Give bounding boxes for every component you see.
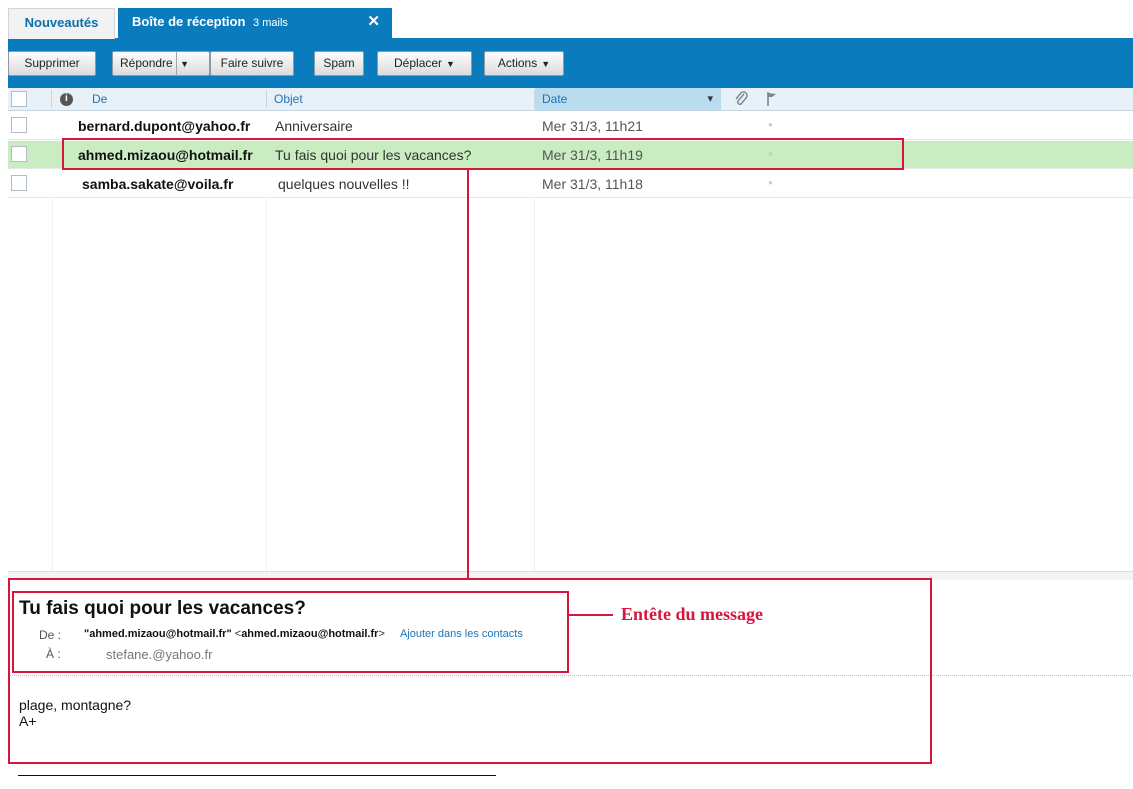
annotation-label: Entête du message [621,604,763,624]
flag-icon[interactable] [766,91,780,113]
flag-dot-icon[interactable]: ● [768,112,773,138]
reply-label: Répondre [120,56,173,70]
move-button[interactable]: Déplacer ▼ [377,51,472,76]
chevron-down-icon: ▼ [446,59,455,69]
row-checkbox[interactable] [11,175,27,191]
table-row[interactable]: bernard.dupont@yahoo.fr Anniversaire Mer… [8,112,1133,140]
column-separator [266,90,267,108]
column-date-label: Date [542,92,568,106]
column-separator [534,199,535,571]
footer-rule [18,775,496,776]
close-icon[interactable]: ✕ [367,8,380,36]
move-label: Déplacer [394,56,443,70]
select-all-checkbox[interactable] [11,91,27,107]
actions-button[interactable]: Actions ▼ [484,51,564,76]
reply-dropdown-icon[interactable]: ▼ [176,52,192,76]
actions-label: Actions [497,56,538,70]
info-icon-glyph: i [65,93,68,104]
annotation-header-box [12,591,569,673]
message-sender: samba.sakate@voila.fr [82,176,234,192]
tab-news[interactable]: Nouveautés [8,8,115,39]
message-subject: Anniversaire [275,118,353,134]
row-checkbox[interactable] [11,146,27,162]
spam-button[interactable]: Spam [314,51,364,76]
message-subject: quelques nouvelles !! [278,176,410,192]
chevron-down-icon: ▼ [541,59,551,69]
message-sender: bernard.dupont@yahoo.fr [78,118,251,134]
annotation-selected-row-box [62,138,904,170]
tab-inbox-count: 3 mails [253,17,288,29]
toolbar: Supprimer Répondre ▼ Faire suivre Spam D… [8,39,1133,88]
row-checkbox[interactable] [11,117,27,133]
annotation-connector-line [467,170,469,580]
column-separator [51,90,52,108]
column-from[interactable]: De [92,88,262,110]
column-subject[interactable]: Objet [274,88,534,110]
column-separator [266,199,267,571]
tab-inbox-label: Boîte de réception [132,14,246,29]
delete-button[interactable]: Supprimer [8,51,96,76]
table-row[interactable]: samba.sakate@voila.fr quelques nouvelles… [8,170,1133,198]
message-list-header: i De Objet Date ▾ [8,88,1133,111]
sort-caret-icon[interactable]: ▾ [707,88,713,110]
message-date: Mer 31/3, 11h21 [542,118,643,134]
column-date[interactable]: Date ▾ [535,88,721,110]
paperclip-icon[interactable] [734,90,750,112]
tab-bar: Nouveautés Boîte de réception 3 mails ✕ [8,8,1133,39]
column-separator [52,199,53,571]
message-list-empty-area [8,199,1133,571]
forward-button[interactable]: Faire suivre [210,51,294,76]
flag-dot-icon[interactable]: ● [768,170,773,196]
annotation-pointer-line [569,614,613,616]
tab-inbox[interactable]: Boîte de réception 3 mails ✕ [118,8,392,39]
message-date: Mer 31/3, 11h18 [542,176,643,192]
reply-button[interactable]: Répondre ▼ [112,51,210,76]
